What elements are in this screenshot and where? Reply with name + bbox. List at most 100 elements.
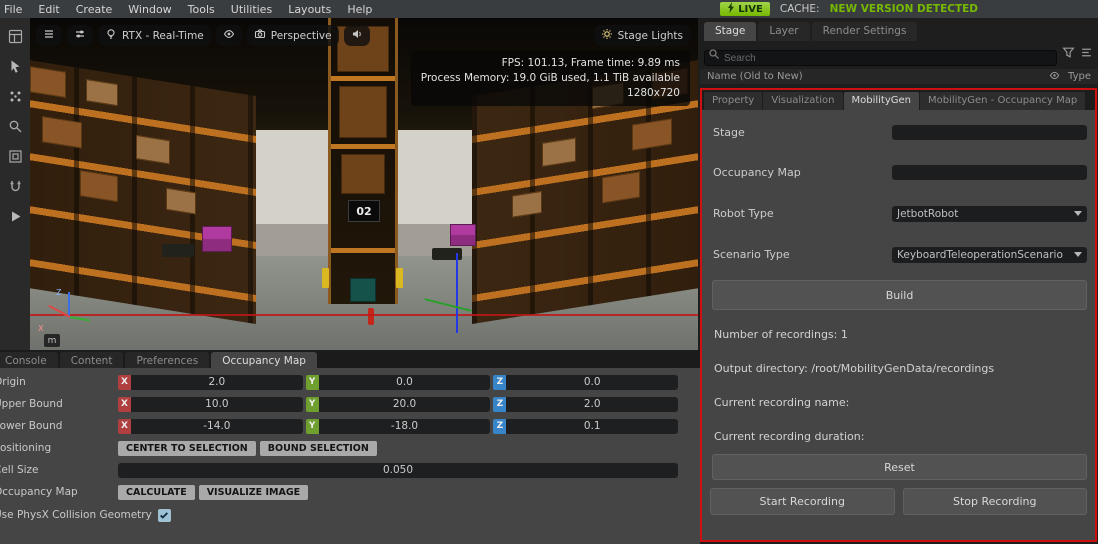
tab-visualization[interactable]: Visualization	[763, 92, 842, 110]
stage-search-row	[704, 45, 1093, 62]
stage-lights-button[interactable]: Stage Lights	[594, 25, 690, 46]
filter-funnel-icon[interactable]	[1062, 44, 1075, 63]
layout-icon[interactable]	[7, 28, 23, 44]
upper-z-field[interactable]: 2.0	[506, 397, 678, 412]
search-input[interactable]	[704, 50, 1057, 66]
scenario-type-value: KeyboardTeleoperationScenario	[897, 249, 1063, 261]
occupancy-map-field-input[interactable]	[892, 165, 1087, 180]
frame-icon[interactable]	[7, 148, 23, 164]
center-to-selection-button[interactable]: CENTER TO SELECTION	[118, 441, 256, 456]
lower-bound-row: Lower Bound X -14.0 Y -18.0 Z 0.1	[0, 418, 678, 434]
dropdown-caret-icon	[1074, 211, 1082, 216]
menu-file[interactable]: File	[0, 3, 30, 16]
tab-content[interactable]: Content	[60, 352, 124, 368]
menu-bar-right: LIVE CACHE: NEW VERSION DETECTED	[720, 2, 978, 16]
scenario-type-label: Scenario Type	[713, 248, 790, 261]
tab-render-settings[interactable]: Render Settings	[812, 22, 918, 41]
origin-label: Origin	[0, 376, 118, 388]
y-axis-badge: Y	[306, 375, 319, 390]
tab-mobilitygen-occupancy-map[interactable]: MobilityGen - Occupancy Map	[920, 92, 1085, 110]
origin-z-field[interactable]: 0.0	[506, 375, 678, 390]
scenario-type-dropdown[interactable]: KeyboardTeleoperationScenario	[892, 247, 1087, 263]
stage-field-row: Stage	[713, 124, 1087, 141]
occupancy-map-panel: Origin X 2.0 Y 0.0 Z 0.0 Upper Bound X 1…	[0, 368, 700, 544]
current-recording-duration-text: Current recording duration:	[714, 430, 864, 443]
viewport-3d[interactable]: 02 Z X m	[30, 18, 698, 350]
menu-edit[interactable]: Edit	[30, 3, 67, 16]
select-cursor-icon[interactable]	[7, 58, 23, 74]
bound-selection-button[interactable]: BOUND SELECTION	[260, 441, 377, 456]
live-button[interactable]: LIVE	[720, 2, 770, 16]
viewport-settings-button[interactable]	[67, 25, 93, 46]
menu-help[interactable]: Help	[339, 3, 380, 16]
start-recording-button[interactable]: Start Recording	[710, 488, 895, 515]
name-column-header[interactable]: Name (Old to New)	[707, 71, 1041, 82]
dropdown-caret-icon	[1074, 252, 1082, 257]
upper-x-field[interactable]: 10.0	[131, 397, 303, 412]
search-field-wrap	[704, 46, 1057, 62]
fps-stat: FPS: 101.13, Frame time: 9.89 ms	[421, 56, 680, 71]
lower-z-field[interactable]: 0.1	[506, 419, 678, 434]
cell-size-field[interactable]: 0.050	[118, 463, 678, 478]
tab-console[interactable]: Console	[0, 352, 58, 368]
renderer-dropdown[interactable]: RTX - Real-Time	[98, 25, 211, 46]
move-dots-icon[interactable]	[7, 88, 23, 104]
teal-bin	[350, 278, 376, 302]
visibility-column-eye-icon[interactable]	[1049, 70, 1060, 84]
sun-icon	[601, 28, 613, 43]
menu-create[interactable]: Create	[68, 3, 121, 16]
lower-x-field[interactable]: -14.0	[131, 419, 303, 434]
robot-type-dropdown[interactable]: JetbotRobot	[892, 206, 1087, 222]
menu-window[interactable]: Window	[120, 3, 179, 16]
tab-preferences[interactable]: Preferences	[125, 352, 209, 368]
occupancy-map-field-row: Occupancy Map	[713, 164, 1087, 181]
robot-type-row: Robot Type JetbotRobot	[713, 205, 1087, 222]
y-axis-badge: Y	[306, 419, 319, 434]
build-button[interactable]: Build	[712, 280, 1087, 310]
type-column-header[interactable]: Type	[1068, 71, 1091, 82]
eye-icon	[223, 28, 235, 43]
tab-property[interactable]: Property	[704, 92, 762, 110]
z-axis-line	[456, 253, 458, 333]
visibility-button[interactable]	[216, 25, 242, 46]
stage-field-input[interactable]	[892, 125, 1087, 140]
menu-utilities[interactable]: Utilities	[223, 3, 280, 16]
lower-y-field[interactable]: -18.0	[319, 419, 491, 434]
physx-label: Use PhysX Collision Geometry	[0, 509, 152, 521]
tab-layer[interactable]: Layer	[758, 22, 809, 41]
origin-x-field[interactable]: 2.0	[131, 375, 303, 390]
crate	[86, 79, 118, 106]
gizmo-y-axis	[70, 316, 90, 321]
play-icon[interactable]	[7, 208, 23, 224]
tab-occupancy-map[interactable]: Occupancy Map	[211, 352, 317, 368]
snap-icon[interactable]	[7, 178, 23, 194]
reset-button[interactable]: Reset	[712, 454, 1087, 480]
robot-type-label: Robot Type	[713, 207, 774, 220]
z-axis-badge: Z	[493, 419, 506, 434]
visualize-image-button[interactable]: VISUALIZE IMAGE	[199, 485, 308, 500]
stage-panel-tabs: Stage Layer Render Settings	[704, 22, 917, 41]
cell-size-label: Cell Size	[0, 464, 118, 476]
cache-label: CACHE:	[780, 3, 820, 15]
axis-gizmo: Z X	[38, 288, 102, 336]
tab-mobilitygen[interactable]: MobilityGen	[844, 92, 920, 110]
upper-y-field[interactable]: 20.0	[319, 397, 491, 412]
crate	[512, 191, 542, 218]
menu-tools[interactable]: Tools	[180, 3, 223, 16]
stop-recording-button[interactable]: Stop Recording	[903, 488, 1088, 515]
left-toolbar	[0, 18, 30, 350]
viewport-menu-button[interactable]	[36, 25, 62, 46]
list-options-icon[interactable]	[1080, 44, 1093, 63]
calculate-button[interactable]: CALCULATE	[118, 485, 195, 500]
physx-checkbox[interactable]	[158, 509, 171, 522]
current-recording-name-text: Current recording name:	[714, 396, 849, 409]
unit-indicator[interactable]: m	[44, 334, 60, 347]
audio-button[interactable]	[344, 25, 370, 46]
camera-dropdown[interactable]: Perspective	[247, 25, 339, 46]
version-notice[interactable]: NEW VERSION DETECTED	[830, 3, 978, 15]
menu-layouts[interactable]: Layouts	[280, 3, 339, 16]
origin-y-field[interactable]: 0.0	[319, 375, 491, 390]
zoom-icon[interactable]	[7, 118, 23, 134]
yellow-guard-post	[322, 268, 329, 288]
tab-stage[interactable]: Stage	[704, 22, 756, 41]
